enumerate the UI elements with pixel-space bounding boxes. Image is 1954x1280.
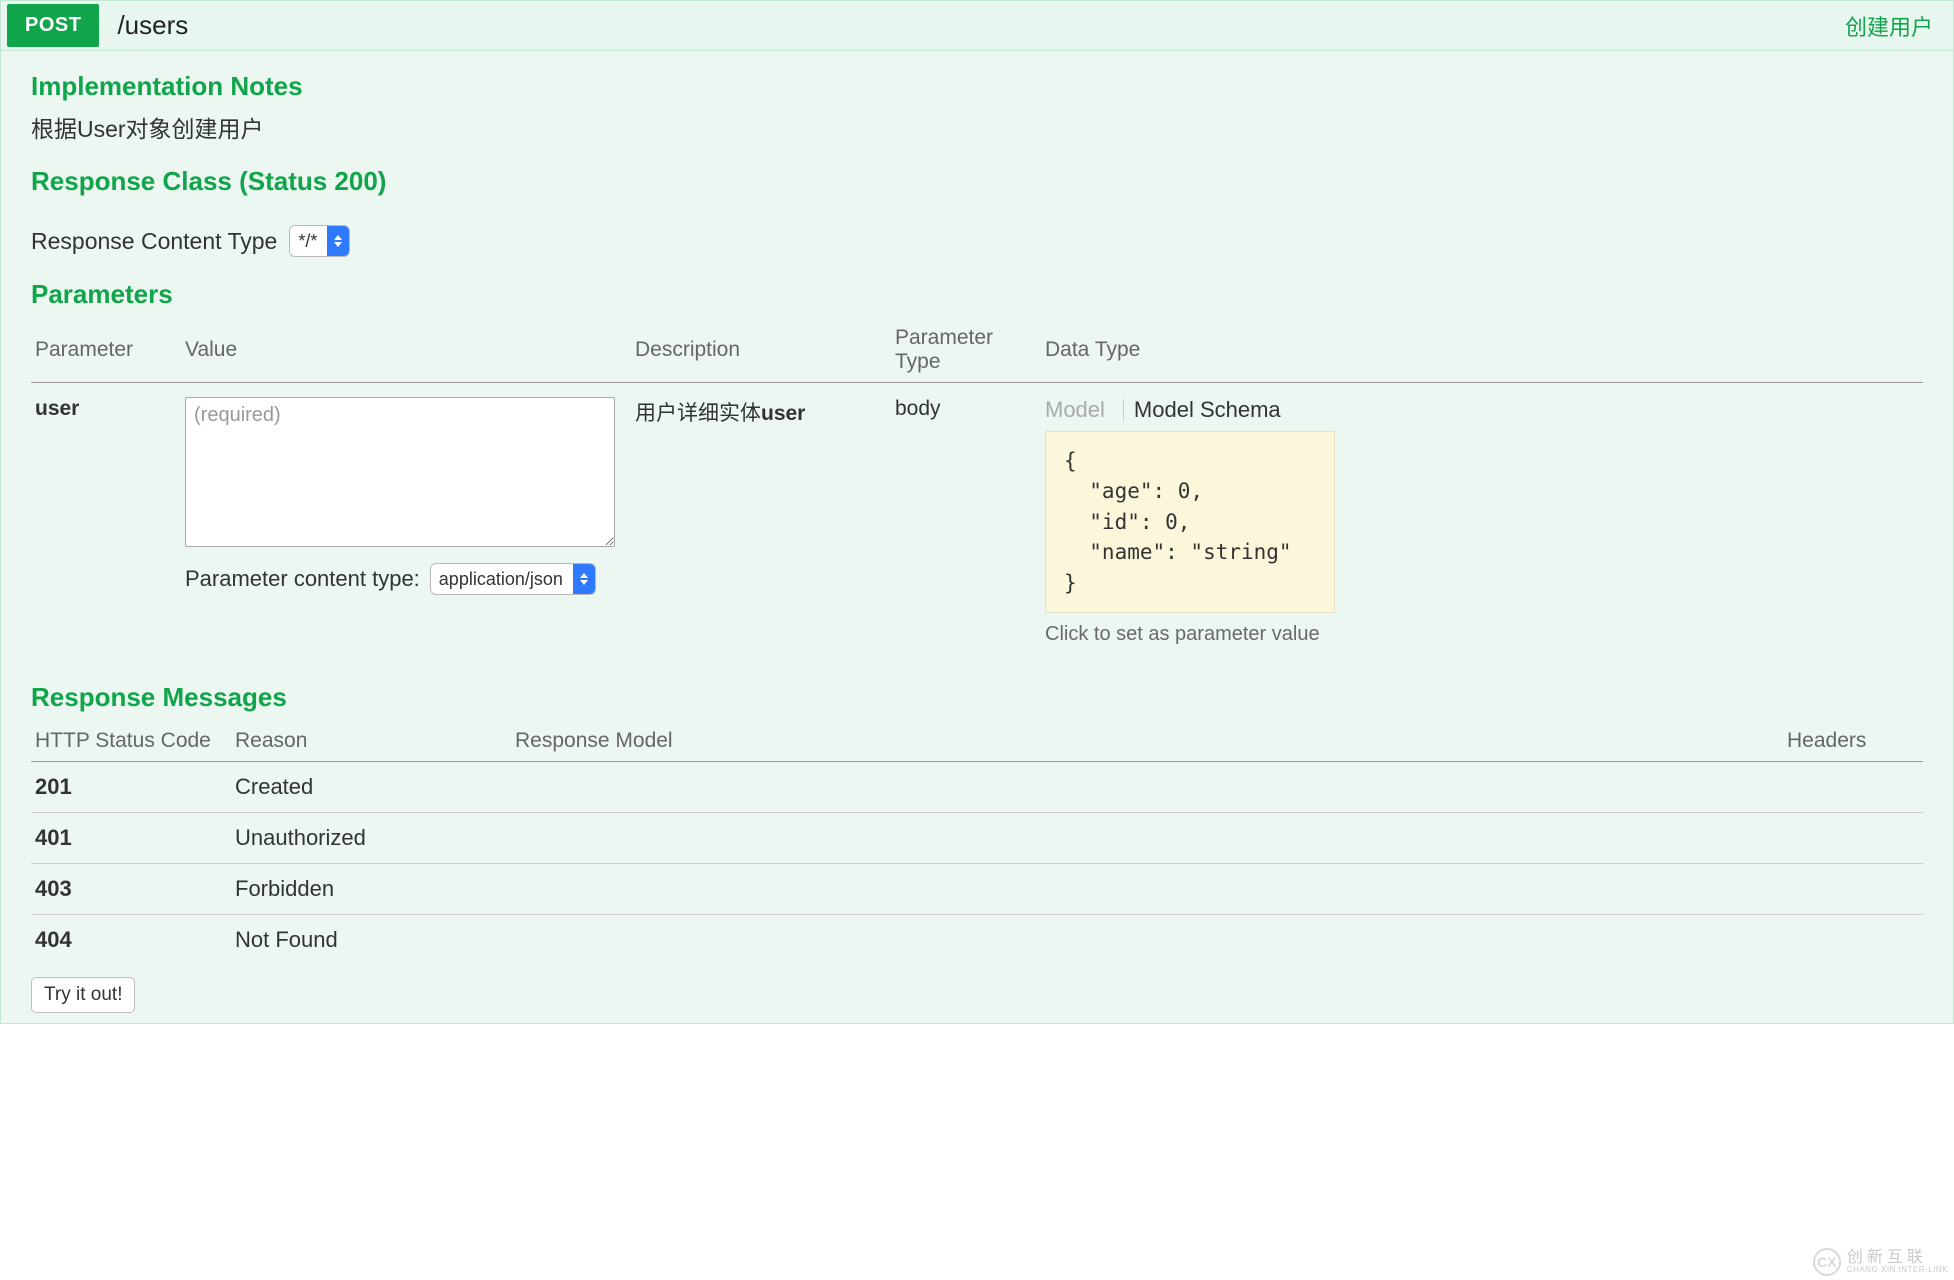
parameters-col-parameter-type: Parameter Type	[891, 318, 1041, 383]
tab-model[interactable]: Model	[1045, 397, 1113, 423]
tab-model-schema[interactable]: Model Schema	[1134, 397, 1289, 423]
model-schema-box[interactable]: { "age": 0, "id": 0, "name": "string" }	[1045, 431, 1335, 613]
response-headers	[1783, 813, 1923, 864]
response-model	[511, 864, 1783, 915]
operation-header[interactable]: POST /users 创建用户	[1, 1, 1953, 51]
implementation-notes-heading: Implementation Notes	[31, 71, 1923, 102]
parameter-content-type-select[interactable]: application/json	[430, 563, 596, 595]
operation-body: Implementation Notes 根据User对象创建用户 Respon…	[1, 51, 1953, 1023]
watermark: CX 创新互联 CHANG XIN INTER-LINK	[1813, 1248, 1948, 1276]
response-message-row: 201 Created	[31, 762, 1923, 813]
response-messages-heading: Response Messages	[31, 682, 1923, 713]
response-content-type-label: Response Content Type	[31, 228, 277, 255]
response-message-row: 404 Not Found	[31, 915, 1923, 966]
response-headers	[1783, 762, 1923, 813]
parameter-value-cell: Parameter content type: application/json	[181, 383, 631, 661]
response-message-row: 401 Unauthorized	[31, 813, 1923, 864]
select-stepper-icon	[573, 564, 595, 594]
response-content-type-row: Response Content Type */*	[31, 225, 1923, 257]
parameter-content-type-value: application/json	[431, 564, 573, 594]
parameter-type: body	[891, 383, 1041, 661]
response-reason: Forbidden	[231, 864, 511, 915]
parameter-name: user	[31, 383, 181, 661]
watermark-logo-icon: CX	[1813, 1248, 1841, 1276]
response-headers	[1783, 864, 1923, 915]
response-status-code: 201	[31, 762, 231, 813]
parameter-description: 用户详细实体user	[631, 383, 891, 661]
parameters-col-value: Value	[181, 318, 631, 383]
parameter-row: user Parameter content type: application…	[31, 383, 1923, 661]
response-headers	[1783, 915, 1923, 966]
response-reason: Created	[231, 762, 511, 813]
parameter-body-textarea[interactable]	[185, 397, 615, 547]
parameters-col-parameter: Parameter	[31, 318, 181, 383]
parameters-col-data-type: Data Type	[1041, 318, 1923, 383]
response-messages-col-headers: Headers	[1783, 721, 1923, 762]
data-type-tabs: Model Model Schema	[1045, 397, 1919, 423]
response-messages-col-reason: Reason	[231, 721, 511, 762]
response-status-code: 403	[31, 864, 231, 915]
response-messages-table: HTTP Status Code Reason Response Model H…	[31, 721, 1923, 965]
response-messages-col-code: HTTP Status Code	[31, 721, 231, 762]
response-content-type-value: */*	[290, 226, 327, 256]
tab-separator	[1123, 399, 1124, 421]
watermark-text: 创新互联 CHANG XIN INTER-LINK	[1847, 1250, 1948, 1274]
parameters-col-description: Description	[631, 318, 891, 383]
operation-summary[interactable]: 创建用户	[1845, 10, 1947, 42]
select-stepper-icon	[327, 226, 349, 256]
response-messages-col-model: Response Model	[511, 721, 1783, 762]
try-it-out-button[interactable]: Try it out!	[31, 977, 135, 1013]
parameters-heading: Parameters	[31, 279, 1923, 310]
implementation-notes-text: 根据User对象创建用户	[31, 110, 1923, 144]
response-model	[511, 762, 1783, 813]
response-model	[511, 813, 1783, 864]
response-model	[511, 915, 1783, 966]
response-message-row: 403 Forbidden	[31, 864, 1923, 915]
operation-path: /users	[117, 10, 188, 41]
response-class-heading: Response Class (Status 200)	[31, 166, 1923, 197]
operation-panel: POST /users 创建用户 Implementation Notes 根据…	[0, 0, 1954, 1024]
response-reason: Unauthorized	[231, 813, 511, 864]
parameter-content-type-label: Parameter content type:	[185, 566, 420, 592]
response-status-code: 404	[31, 915, 231, 966]
parameters-table: Parameter Value Description Parameter Ty…	[31, 318, 1923, 660]
response-reason: Not Found	[231, 915, 511, 966]
response-content-type-select[interactable]: */*	[289, 225, 350, 257]
http-method-badge: POST	[7, 4, 99, 47]
response-status-code: 401	[31, 813, 231, 864]
parameter-data-type-cell: Model Model Schema { "age": 0, "id": 0, …	[1041, 383, 1923, 661]
model-schema-hint: Click to set as parameter value	[1045, 623, 1919, 646]
